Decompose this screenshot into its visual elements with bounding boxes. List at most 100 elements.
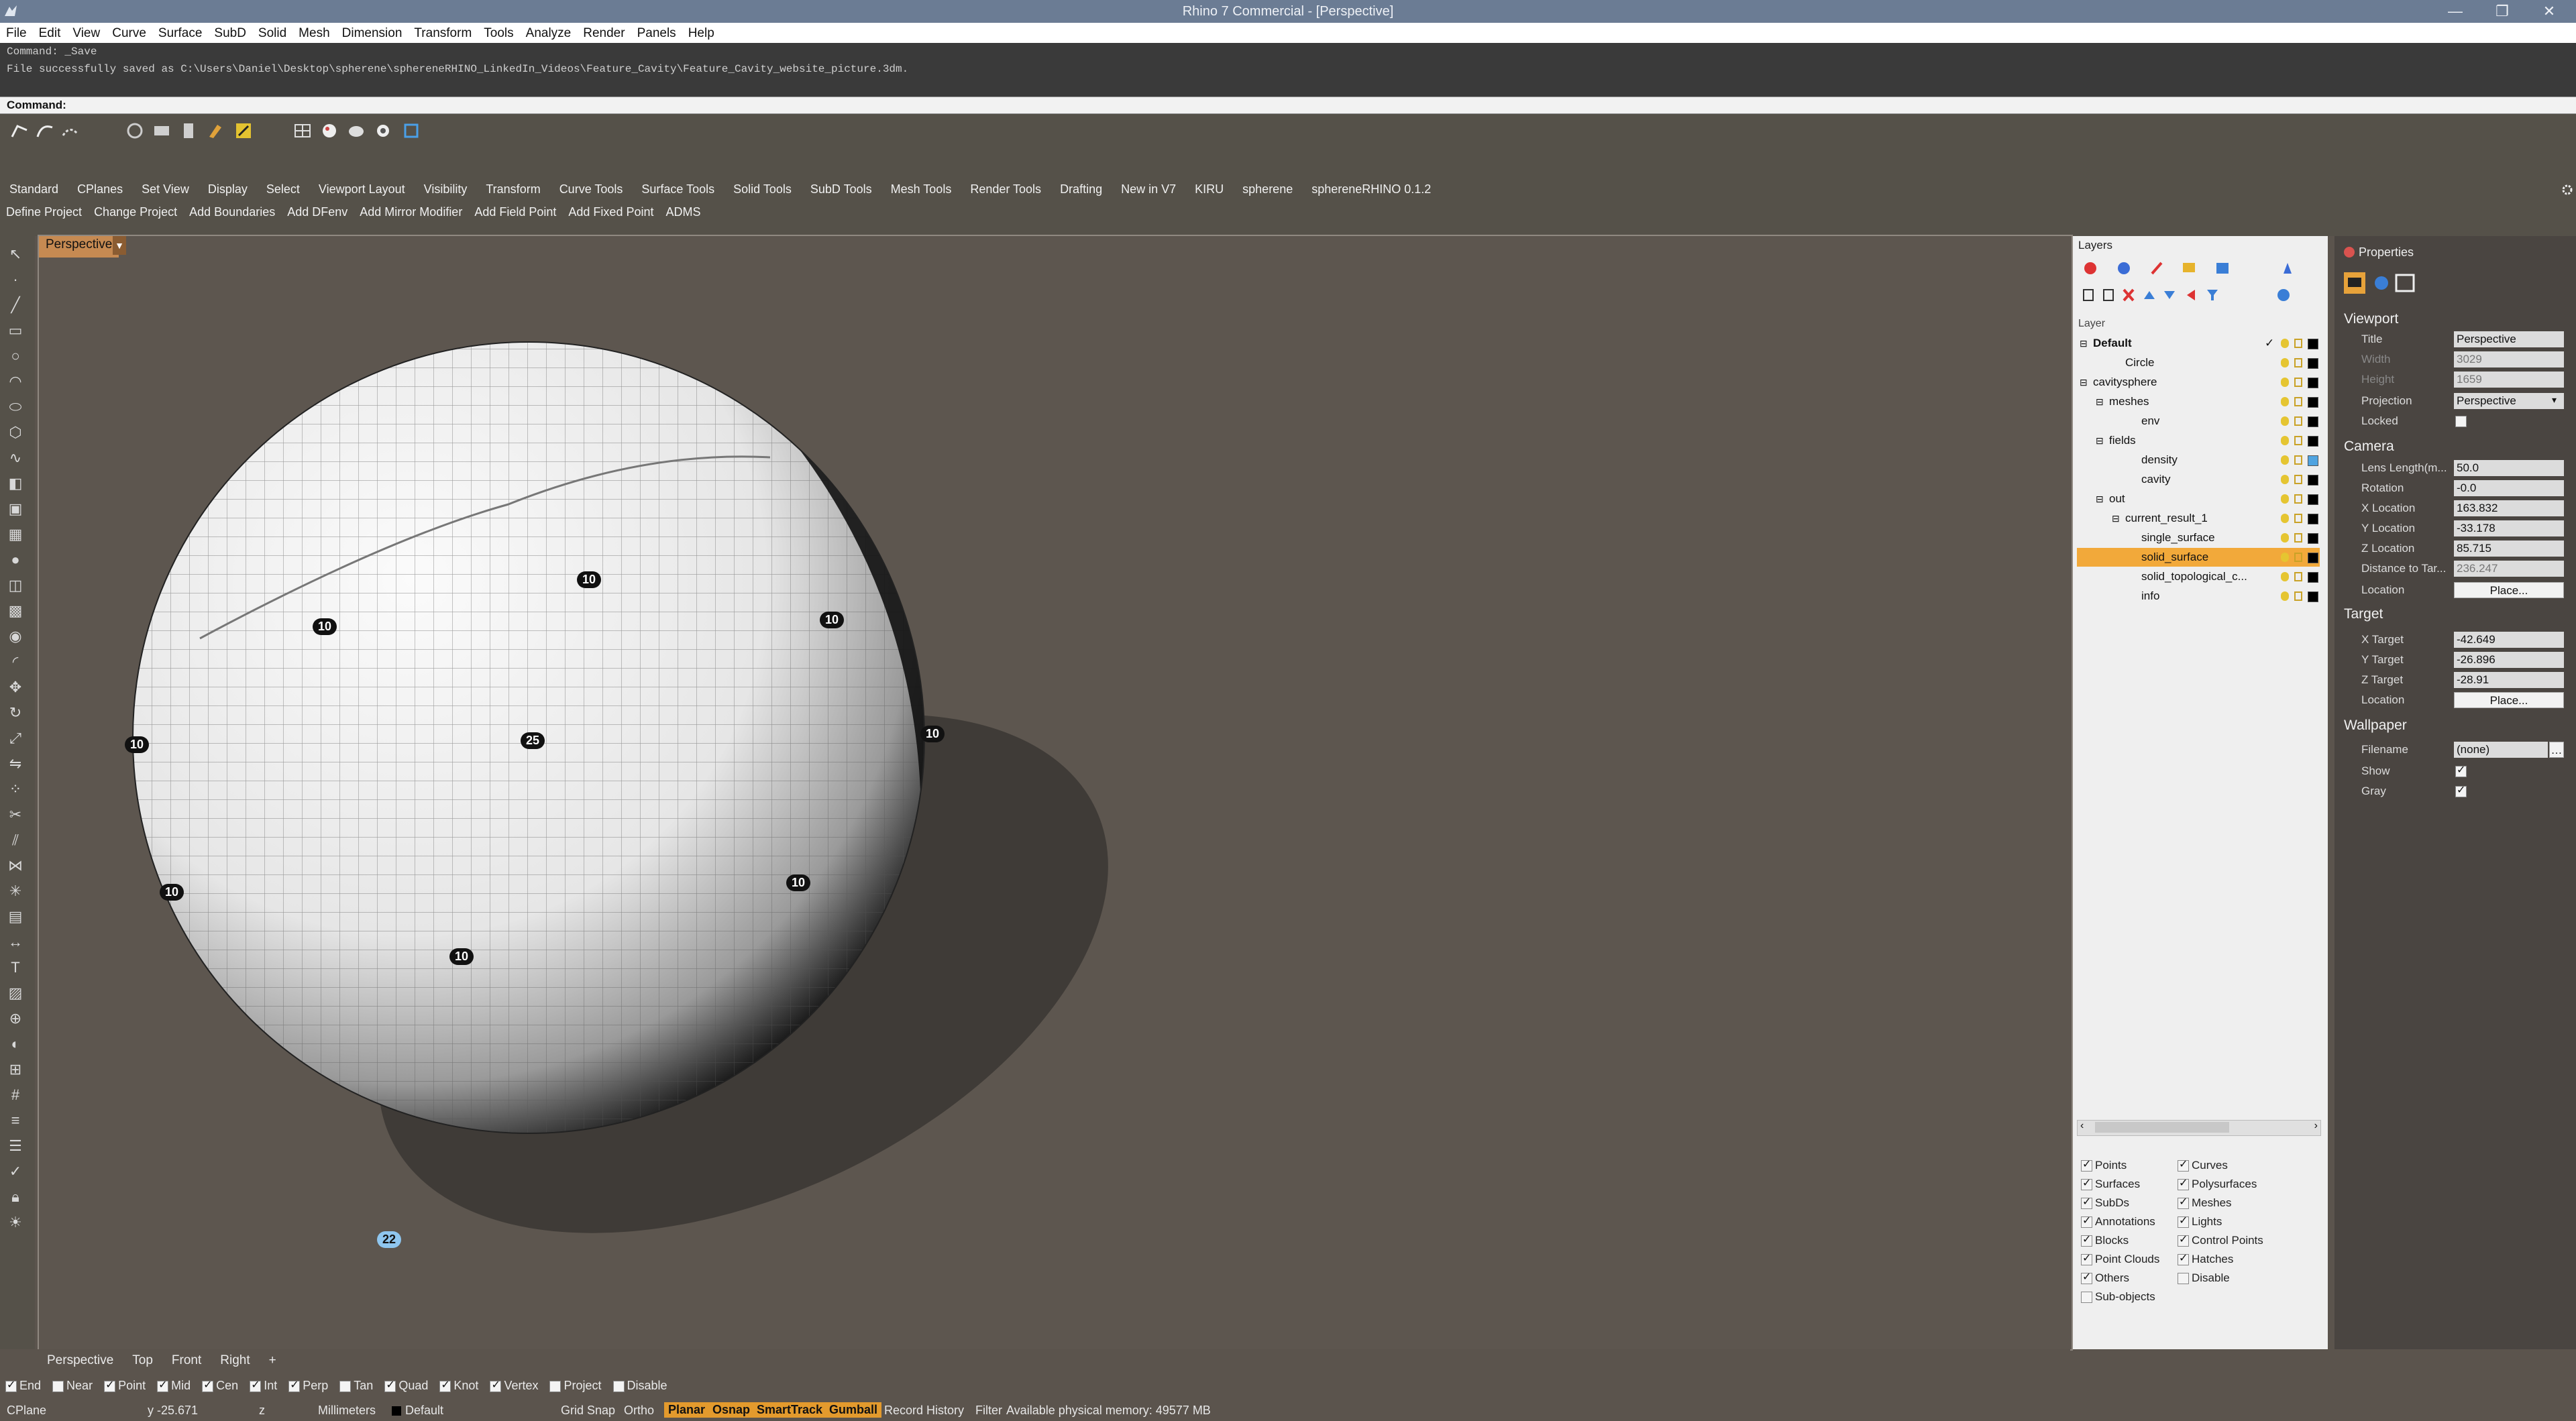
record-history-toggle[interactable]: Record History	[884, 1404, 964, 1418]
minimize-button[interactable]: —	[2435, 1, 2475, 21]
tab-perspective[interactable]: Perspective	[38, 1349, 123, 1372]
layer-color-swatch[interactable]	[2308, 533, 2318, 544]
boolean-icon[interactable]: ◉	[7, 628, 24, 645]
x-target-field[interactable]: -42.649	[2454, 632, 2564, 648]
filter-blocks[interactable]: Blocks	[2081, 1233, 2129, 1247]
menu-dimension[interactable]: Dimension	[336, 23, 409, 44]
lock-icon[interactable]	[2294, 397, 2302, 406]
checkbox[interactable]	[2178, 1273, 2189, 1285]
scroll-right-icon[interactable]: ›	[2314, 1120, 2318, 1132]
polygon-icon[interactable]: ⬡	[7, 424, 24, 441]
visibility-lightbulb-icon[interactable]	[2281, 494, 2289, 504]
maximize-button[interactable]: ❐	[2482, 1, 2522, 21]
checkbox[interactable]	[5, 1378, 17, 1392]
lock-icon[interactable]: 🔒︎	[7, 1188, 24, 1206]
count-badge[interactable]: 10	[125, 736, 150, 753]
surface-icon[interactable]: ◧	[7, 475, 24, 492]
tab-curve-tools[interactable]: Curve Tools	[550, 177, 633, 202]
filter-points[interactable]: Points	[2081, 1157, 2127, 1172]
checkbox[interactable]	[52, 1380, 64, 1392]
lock-icon[interactable]	[2294, 378, 2302, 387]
adms-button[interactable]: ADMS	[659, 203, 706, 222]
layer-row[interactable]: solid_surface	[2077, 548, 2320, 567]
tab-viewport-layout[interactable]: Viewport Layout	[309, 177, 415, 202]
layer-row[interactable]: ⊟ cavitysphere	[2077, 373, 2320, 392]
layer-color-swatch[interactable]	[2308, 494, 2318, 505]
extrude-icon[interactable]: ▣	[7, 500, 24, 518]
count-badge[interactable]: 25	[521, 732, 545, 749]
layer-color-swatch[interactable]	[2308, 378, 2318, 388]
osnap-project[interactable]: Project	[544, 1375, 604, 1393]
layers-icon[interactable]: ≡	[7, 1112, 24, 1129]
mesh-icon[interactable]	[125, 121, 145, 141]
filter-subds[interactable]: SubDs	[2081, 1195, 2129, 1210]
properties-tab-icons[interactable]	[2343, 271, 2416, 295]
tab-select[interactable]: Select	[257, 177, 309, 202]
ellipse-icon[interactable]: ⬭	[7, 398, 24, 416]
lock-icon[interactable]	[2294, 533, 2302, 543]
lock-icon[interactable]	[2294, 358, 2302, 367]
menu-curve[interactable]: Curve	[106, 23, 152, 44]
grid-icon[interactable]	[152, 121, 172, 141]
units-label[interactable]: Millimeters	[318, 1404, 376, 1418]
explode-icon[interactable]: ✳	[7, 883, 24, 900]
osnap-toggle[interactable]: Osnap	[708, 1402, 755, 1418]
lock-icon[interactable]	[2294, 591, 2302, 601]
grid-snap-icon[interactable]: #	[7, 1086, 24, 1104]
lock-icon[interactable]	[2294, 494, 2302, 504]
rotate-icon[interactable]: ↻	[7, 704, 24, 722]
menu-render[interactable]: Render	[577, 23, 631, 44]
z-location-field[interactable]: 85.715	[2454, 541, 2564, 557]
tab-solid-tools[interactable]: Solid Tools	[724, 177, 801, 202]
arc-icon[interactable]: ◠	[7, 373, 24, 390]
checkbox[interactable]	[2081, 1214, 2092, 1229]
layer-row[interactable]: Circle	[2077, 353, 2320, 372]
layer-row[interactable]: density	[2077, 451, 2320, 469]
menu-transform[interactable]: Transform	[408, 23, 478, 44]
visibility-lightbulb-icon[interactable]	[2281, 553, 2289, 562]
dots-icon[interactable]	[178, 121, 199, 141]
osnap-cen[interactable]: Cen	[197, 1375, 241, 1393]
menu-subd[interactable]: SubD	[208, 23, 252, 44]
circle-icon[interactable]: ○	[7, 347, 24, 365]
filter-hatches[interactable]: Hatches	[2178, 1251, 2233, 1266]
menu-panels[interactable]: Panels	[631, 23, 682, 44]
count-badge[interactable]: 22	[377, 1231, 402, 1248]
add-viewport-button[interactable]: +	[260, 1349, 286, 1372]
scale-icon[interactable]: ⤢	[7, 730, 24, 747]
checkbox[interactable]	[339, 1380, 352, 1392]
spherene-icon[interactable]	[373, 121, 393, 141]
layer-row[interactable]: info	[2077, 587, 2320, 606]
tab-spherenerhino[interactable]: sphereneRHINO 0.1.2	[1302, 177, 1440, 202]
rotation-field[interactable]: -0.0	[2454, 480, 2564, 496]
visibility-lightbulb-icon[interactable]	[2281, 339, 2289, 348]
lens-length-field[interactable]: 50.0	[2454, 460, 2564, 476]
projection-select[interactable]: Perspective	[2454, 393, 2564, 409]
filter-sub-objects[interactable]: Sub-objects	[2081, 1290, 2155, 1304]
checkbox[interactable]	[2178, 1251, 2189, 1266]
lock-icon[interactable]	[2294, 514, 2302, 523]
osnap-disable[interactable]: Disable	[608, 1375, 670, 1393]
filter-curves[interactable]: Curves	[2178, 1157, 2228, 1172]
layer-color-swatch[interactable]	[2308, 553, 2318, 563]
filter-lights[interactable]: Lights	[2178, 1214, 2222, 1229]
curve-icon[interactable]	[35, 121, 55, 141]
layer-row[interactable]: env	[2077, 412, 2320, 431]
osnap-knot[interactable]: Knot	[434, 1375, 481, 1393]
visibility-lightbulb-icon[interactable]	[2281, 455, 2289, 465]
lock-icon[interactable]	[2294, 553, 2302, 562]
count-badge[interactable]: 10	[786, 874, 811, 891]
checkbox[interactable]	[2081, 1176, 2092, 1191]
tab-front[interactable]: Front	[162, 1349, 211, 1372]
gumball-toggle[interactable]: Gumball	[825, 1402, 882, 1418]
count-badge[interactable]: 10	[449, 948, 474, 965]
checkbox[interactable]	[612, 1380, 625, 1392]
layer-row[interactable]: ⊟ out	[2077, 490, 2320, 508]
layer-color-swatch[interactable]	[2308, 436, 2318, 447]
y-location-field[interactable]: -33.178	[2454, 520, 2564, 536]
tab-spherene[interactable]: spherene	[1233, 177, 1302, 202]
checkbox[interactable]	[549, 1380, 561, 1392]
add-fixed-point-button[interactable]: Add Fixed Point	[562, 203, 659, 222]
expand-toggle-icon[interactable]: ⊟	[2096, 431, 2104, 450]
lock-icon[interactable]	[2294, 455, 2302, 465]
